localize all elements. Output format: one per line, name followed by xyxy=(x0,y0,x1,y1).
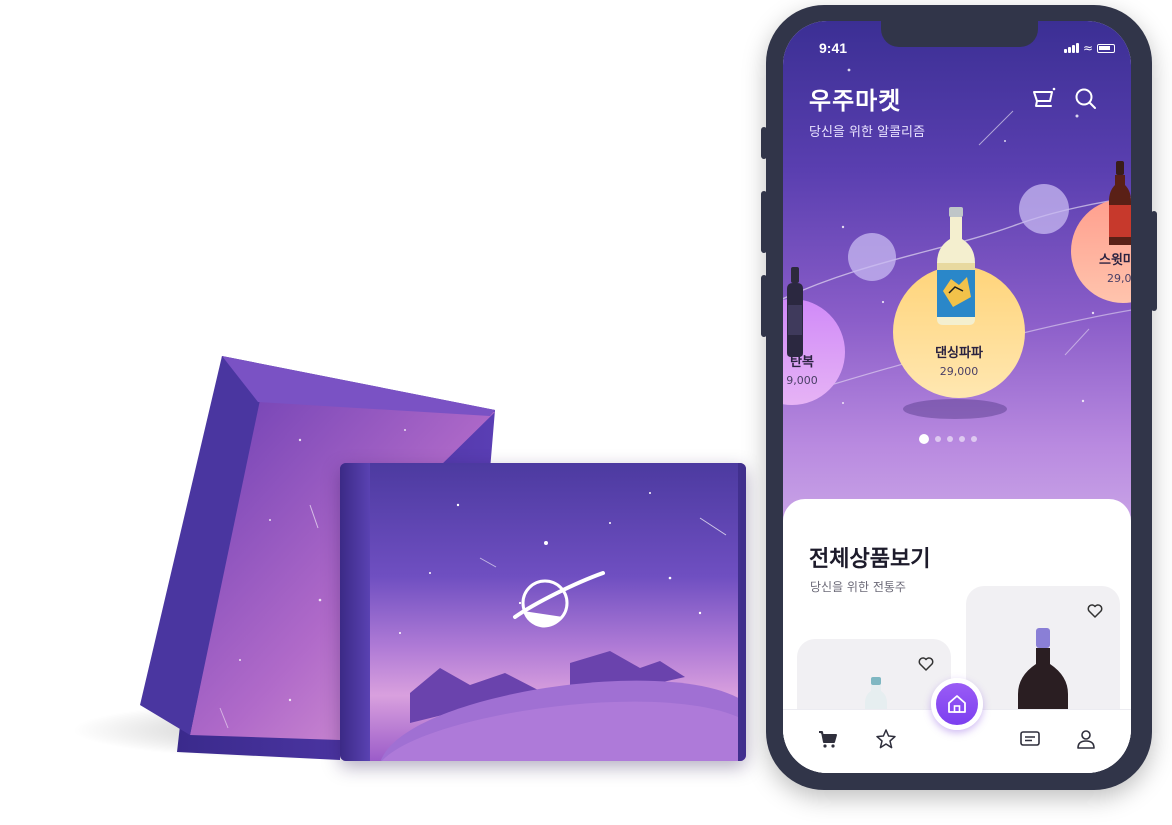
pagination-dot[interactable] xyxy=(919,434,929,444)
bottle-image-left xyxy=(787,267,803,357)
heart-icon[interactable] xyxy=(917,655,935,673)
phone-mute-switch xyxy=(761,127,767,159)
home-icon xyxy=(948,695,966,713)
product-name: 스윗마 xyxy=(1099,253,1131,268)
app-subtitle: 당신을 위한 알콜리즘 xyxy=(809,125,925,140)
app-title: 우주마켓 xyxy=(809,87,902,115)
catalog-title: 전체상품보기 xyxy=(809,547,931,572)
phone-notch xyxy=(881,21,1038,47)
search-icon[interactable] xyxy=(1072,85,1100,113)
status-time: 9:41 xyxy=(819,40,848,56)
carousel-pagination[interactable] xyxy=(919,434,977,444)
front-box-side-right xyxy=(738,463,746,761)
tab-profile[interactable] xyxy=(1073,726,1099,752)
phone-volume-up xyxy=(761,191,767,253)
user-icon xyxy=(1077,730,1095,749)
pagination-dot[interactable] xyxy=(935,436,941,442)
cart-icon xyxy=(819,731,837,748)
bottle-image xyxy=(1018,628,1068,720)
battery-icon xyxy=(1097,43,1115,53)
signal-icon xyxy=(1063,43,1079,53)
bottle-image-center xyxy=(937,207,975,325)
product-price: 29,0 xyxy=(1107,272,1131,285)
phone-power-button xyxy=(1151,211,1157,311)
pagination-dot[interactable] xyxy=(971,436,977,442)
chat-icon xyxy=(1020,731,1040,746)
wifi-icon: ≈ xyxy=(1082,41,1093,55)
front-box-side-left xyxy=(340,463,370,761)
tab-favorites[interactable] xyxy=(873,726,899,752)
pagination-dot[interactable] xyxy=(959,436,965,442)
star-icon xyxy=(876,729,896,749)
pagination-dot[interactable] xyxy=(947,436,953,442)
phone-volume-down xyxy=(761,275,767,337)
product-mockup-stage: 9:41 ≈ 우주마켓 당신을 위한 알콜리즘 탄복 9,000 댄싱파파 29… xyxy=(0,0,1172,825)
phone-screen: 9:41 ≈ 우주마켓 당신을 위한 알콜리즘 탄복 9,000 댄싱파파 29… xyxy=(783,21,1131,773)
front-box-illustration xyxy=(340,463,746,761)
planet-logo xyxy=(513,571,605,628)
product-price: 9,000 xyxy=(786,374,818,387)
product-price: 29,000 xyxy=(939,365,979,378)
bottle-image-right xyxy=(1109,161,1131,245)
product-name: 댄싱파파 xyxy=(935,346,983,361)
home-button[interactable] xyxy=(931,678,983,730)
tab-messages[interactable] xyxy=(1017,726,1043,752)
catalog-subtitle: 당신을 위한 전통주 xyxy=(810,580,906,594)
tab-cart[interactable] xyxy=(815,726,841,752)
status-icons: ≈ xyxy=(1063,41,1115,55)
hero-section: 9:41 ≈ 우주마켓 당신을 위한 알콜리즘 탄복 9,000 댄싱파파 29… xyxy=(783,21,1131,521)
cart-icon[interactable] xyxy=(1030,85,1058,113)
heart-icon[interactable] xyxy=(1086,602,1104,620)
